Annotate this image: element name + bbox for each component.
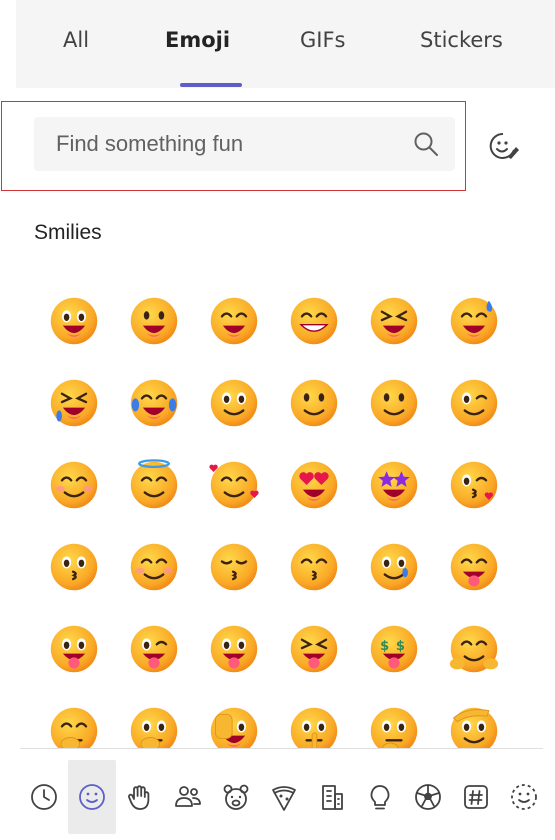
category-objects[interactable] — [356, 760, 404, 834]
money-mouth-face-emoji[interactable]: $ $ — [354, 608, 434, 690]
winking-face-with-tongue-emoji[interactable] — [114, 608, 194, 690]
rolling-on-the-floor-laughing-emoji[interactable] — [34, 362, 114, 444]
grinning-squinting-face-emoji[interactable] — [354, 280, 434, 362]
kissing-face-emoji[interactable] — [34, 526, 114, 608]
search-box[interactable] — [34, 117, 455, 171]
category-food[interactable] — [260, 760, 308, 834]
pizza-icon — [272, 786, 296, 811]
svg-text:$: $ — [380, 639, 389, 654]
kissing-face-with-closed-eyes-emoji[interactable] — [194, 526, 274, 608]
face-savoring-food-emoji[interactable] — [434, 526, 514, 608]
squinting-face-with-tongue-emoji[interactable] — [274, 608, 354, 690]
active-tab-indicator — [180, 83, 242, 87]
category-people[interactable] — [164, 760, 212, 834]
custom-emoji-icon[interactable] — [487, 130, 519, 162]
smiling-face-with-open-hands-emoji[interactable] — [434, 608, 514, 690]
search-input[interactable] — [34, 117, 394, 171]
face-with-hand-over-mouth-emoji[interactable] — [34, 690, 114, 748]
tab-all[interactable]: All — [63, 28, 89, 52]
divider — [20, 748, 543, 749]
tab-bar: All Emoji GIFs Stickers — [16, 0, 555, 88]
star-struck-emoji[interactable] — [354, 444, 434, 526]
lightbulb-icon — [370, 785, 390, 810]
category-recent[interactable] — [20, 760, 68, 834]
face-with-tongue-emoji[interactable] — [34, 608, 114, 690]
category-activities[interactable] — [404, 760, 452, 834]
saluting-face-emoji[interactable] — [434, 690, 514, 748]
category-smilies[interactable] — [68, 760, 116, 834]
tab-stickers[interactable]: Stickers — [420, 28, 503, 52]
animal-icon — [223, 784, 249, 810]
grinning-face-emoji[interactable] — [114, 280, 194, 362]
clock-icon — [31, 784, 57, 810]
grinning-face-with-sweat-emoji[interactable] — [434, 280, 514, 362]
face-with-peeking-eye-emoji[interactable] — [194, 690, 274, 748]
grinning-face-with-smiling-eyes-emoji[interactable] — [194, 280, 274, 362]
category-travel-places[interactable] — [308, 760, 356, 834]
tab-gifs[interactable]: GIFs — [300, 28, 346, 52]
hand-icon — [128, 785, 150, 810]
slightly-smiling-face-emoji[interactable] — [194, 362, 274, 444]
tab-emoji[interactable]: Emoji — [165, 28, 230, 52]
melting-face-emoji[interactable] — [354, 362, 434, 444]
category-animals[interactable] — [212, 760, 260, 834]
winking-face-emoji[interactable] — [434, 362, 514, 444]
smiling-face-with-hearts-emoji[interactable] — [194, 444, 274, 526]
kissing-face-with-smiling-eyes-emoji[interactable] — [274, 526, 354, 608]
svg-text:$: $ — [396, 639, 405, 654]
face-with-open-eyes-and-hand-over-mouth-emoji[interactable] — [114, 690, 194, 748]
smiling-face-with-halo-emoji[interactable] — [114, 444, 194, 526]
smiling-face-with-heart-eyes-emoji[interactable] — [274, 444, 354, 526]
people-icon — [175, 786, 201, 807]
shushing-face-emoji[interactable] — [274, 690, 354, 748]
grinning-face-with-big-eyes-emoji[interactable] — [34, 280, 114, 362]
category-symbols[interactable] — [452, 760, 500, 834]
soccer-ball-icon — [415, 784, 441, 810]
upside-down-face-emoji[interactable] — [274, 362, 354, 444]
face-blowing-a-kiss-emoji[interactable] — [434, 444, 514, 526]
hashtag-icon — [464, 785, 488, 809]
smiling-face-emoji[interactable] — [114, 526, 194, 608]
category-bar — [0, 750, 555, 840]
face-with-tears-of-joy-emoji[interactable] — [114, 362, 194, 444]
beaming-face-emoji[interactable] — [274, 280, 354, 362]
smiling-face-with-smiling-eyes-emoji[interactable] — [34, 444, 114, 526]
category-hand-gestures[interactable] — [116, 760, 164, 834]
smiling-face-with-tear-emoji[interactable] — [354, 526, 434, 608]
thinking-face-emoji[interactable] — [354, 690, 434, 748]
building-icon — [322, 785, 343, 810]
zany-face-emoji[interactable] — [194, 608, 274, 690]
search-icon[interactable] — [413, 131, 439, 157]
dashed-smiley-icon — [511, 784, 537, 810]
category-custom[interactable] — [500, 760, 548, 834]
smiley-icon — [79, 784, 105, 810]
emoji-grid: $ $ — [34, 280, 524, 748]
section-title-smilies: Smilies — [34, 221, 102, 244]
